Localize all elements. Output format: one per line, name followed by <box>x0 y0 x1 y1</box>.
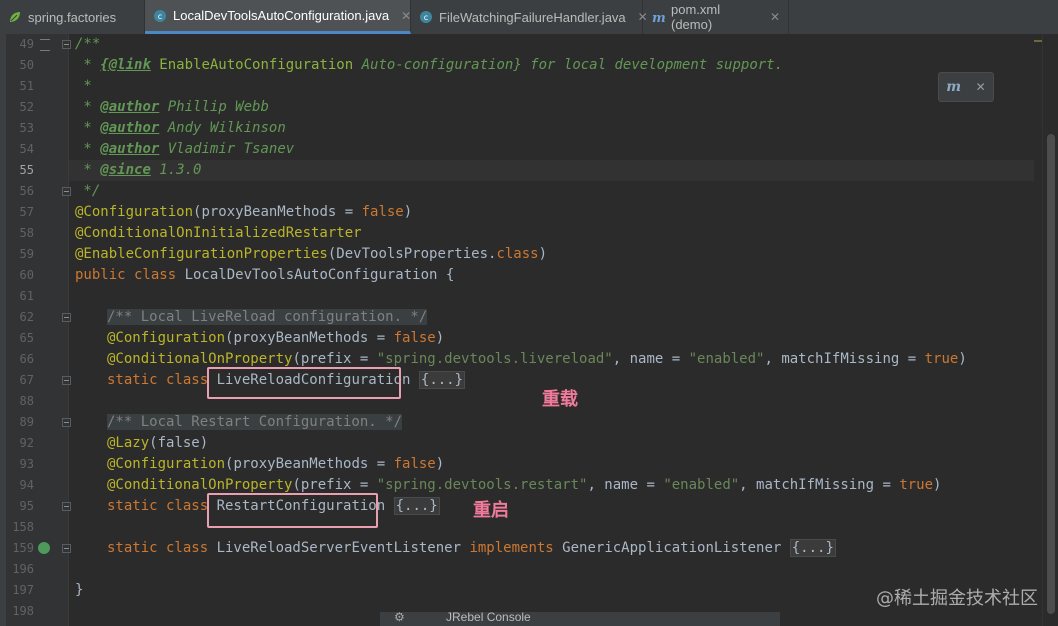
line-number: 49 <box>19 37 34 51</box>
code-line-59: @EnableConfigurationProperties(DevToolsP… <box>75 246 548 262</box>
code-line-58: @ConditionalOnInitializedRestarter <box>75 225 362 241</box>
svg-text:c: c <box>158 12 162 21</box>
line-number: 65 <box>19 331 34 345</box>
code-line-93: @Configuration(proxyBeanMethods = false) <box>107 456 445 472</box>
fold-toggle-icon[interactable] <box>62 502 71 511</box>
restart-annotation-label: 重启 <box>473 500 509 521</box>
line-number: 93 <box>19 457 34 471</box>
line-number: 198 <box>12 604 34 618</box>
line-number: 88 <box>19 394 34 408</box>
code-line-56: */ <box>75 183 101 199</box>
line-number: 66 <box>19 352 34 366</box>
code-line-53: * @author Andy Wilkinson <box>75 120 286 136</box>
line-number: 59 <box>19 247 34 261</box>
line-number-gutter: 49 50 51 52 53 54 55 56 57 58 59 60 61 62 65 66 67 88 89 92… <box>6 34 71 626</box>
vertical-scrollbar[interactable] <box>1042 34 1058 626</box>
code-line-57: @Configuration(proxyBeanMethods = false) <box>75 204 413 220</box>
tab-label: FileWatchingFailureHandler.java <box>439 9 626 25</box>
line-number: 158 <box>12 520 34 534</box>
folded-block[interactable]: {...} <box>418 371 466 389</box>
editor-tab-bar: spring.factories c LocalDevToolsAutoConf… <box>0 0 1058 35</box>
spring-leaf-icon <box>8 10 22 24</box>
implementation-marker-icon[interactable] <box>38 542 50 554</box>
tab-label: pom.xml (demo) <box>671 2 721 32</box>
doc-render-icon[interactable] <box>40 39 50 51</box>
fold-toggle-icon[interactable] <box>62 376 71 385</box>
tab-label: spring.factories <box>28 9 117 25</box>
line-number: 58 <box>19 226 34 240</box>
code-line-49: /** <box>75 36 101 52</box>
line-number: 54 <box>19 142 34 156</box>
code-line-50: * {@link EnableAutoConfiguration Auto-co… <box>75 57 784 73</box>
maven-reload-popup[interactable]: m ✕ <box>938 72 994 102</box>
live-reload-highlight-box <box>207 367 401 399</box>
maven-icon: m <box>651 10 666 26</box>
watermark: @稀土掘金技术社区 <box>876 588 1038 609</box>
restart-highlight-box <box>207 493 378 528</box>
gear-icon[interactable]: ⚙ <box>394 610 405 624</box>
line-number: 52 <box>19 100 34 114</box>
svg-text:c: c <box>424 13 428 22</box>
line-number: 51 <box>19 79 34 93</box>
line-number: 159 <box>12 541 34 555</box>
line-number: 60 <box>19 268 34 282</box>
line-number: 67 <box>19 373 34 387</box>
code-line-52: * @author Phillip Webb <box>75 99 269 115</box>
code-line-159: static class LiveReloadServerEventListen… <box>107 539 836 557</box>
close-icon[interactable]: ✕ <box>401 9 411 23</box>
java-class-icon: c <box>153 9 167 23</box>
tab-spring-factories[interactable]: spring.factories <box>0 0 145 34</box>
code-line-51: * <box>75 78 92 94</box>
close-icon[interactable]: ✕ <box>976 80 986 94</box>
line-number: 56 <box>19 184 34 198</box>
tab-filewatching[interactable]: c FileWatchingFailureHandler.java ✕ <box>411 0 648 34</box>
code-line-55: * @since 1.3.0 <box>75 162 202 178</box>
line-number: 89 <box>19 415 34 429</box>
fold-toggle-icon[interactable] <box>62 544 71 553</box>
tab-label: LocalDevToolsAutoConfiguration.java <box>173 8 390 23</box>
maven-reload-icon[interactable]: m <box>946 79 961 95</box>
scrollbar-thumb[interactable] <box>1047 134 1055 614</box>
code-line-65: @Configuration(proxyBeanMethods = false) <box>107 330 445 346</box>
line-number: 197 <box>12 583 34 597</box>
reload-annotation-label: 重载 <box>542 389 578 410</box>
code-line-60: public class LocalDevToolsAutoConfigurat… <box>75 267 455 283</box>
line-number: 57 <box>19 205 34 219</box>
line-number: 62 <box>19 310 34 324</box>
java-class-icon: c <box>419 10 433 24</box>
code-line-197: } <box>75 582 84 598</box>
error-stripe-marker <box>1034 40 1042 42</box>
code-line-92: @Lazy(false) <box>107 435 209 451</box>
fold-toggle-icon[interactable] <box>62 40 71 49</box>
fold-toggle-icon[interactable] <box>62 313 71 322</box>
tab-pom[interactable]: m pom.xml (demo) ✕ <box>643 0 789 34</box>
svg-text:m: m <box>652 11 665 24</box>
line-number: 55 <box>19 163 34 177</box>
line-number: 53 <box>19 121 34 135</box>
tab-localdevtools[interactable]: c LocalDevToolsAutoConfiguration.java ✕ <box>145 0 411 34</box>
line-number: 92 <box>19 436 34 450</box>
code-line-62: /** Local LiveReload configuration. */ <box>107 309 428 325</box>
line-number: 50 <box>19 58 34 72</box>
bottom-tool-bar: ⚙ JRebel Console <box>380 610 780 626</box>
fold-toggle-icon[interactable] <box>62 418 71 427</box>
close-icon[interactable]: ✕ <box>770 10 780 24</box>
line-number: 95 <box>19 499 34 513</box>
line-number: 61 <box>19 289 34 303</box>
code-line-89: /** Local Restart Configuration. */ <box>107 414 403 430</box>
jrebel-console-tab[interactable]: JRebel Console <box>446 610 531 624</box>
code-editor[interactable]: /** * {@link EnableAutoConfiguration Aut… <box>75 34 1035 626</box>
code-line-54: * @author Vladimir Tsanev <box>75 141 295 157</box>
fold-toggle-icon[interactable] <box>62 187 71 196</box>
line-number: 196 <box>12 562 34 576</box>
folded-block[interactable]: {...} <box>789 539 836 557</box>
line-number: 94 <box>19 478 34 492</box>
folded-block[interactable]: {...} <box>393 497 440 515</box>
